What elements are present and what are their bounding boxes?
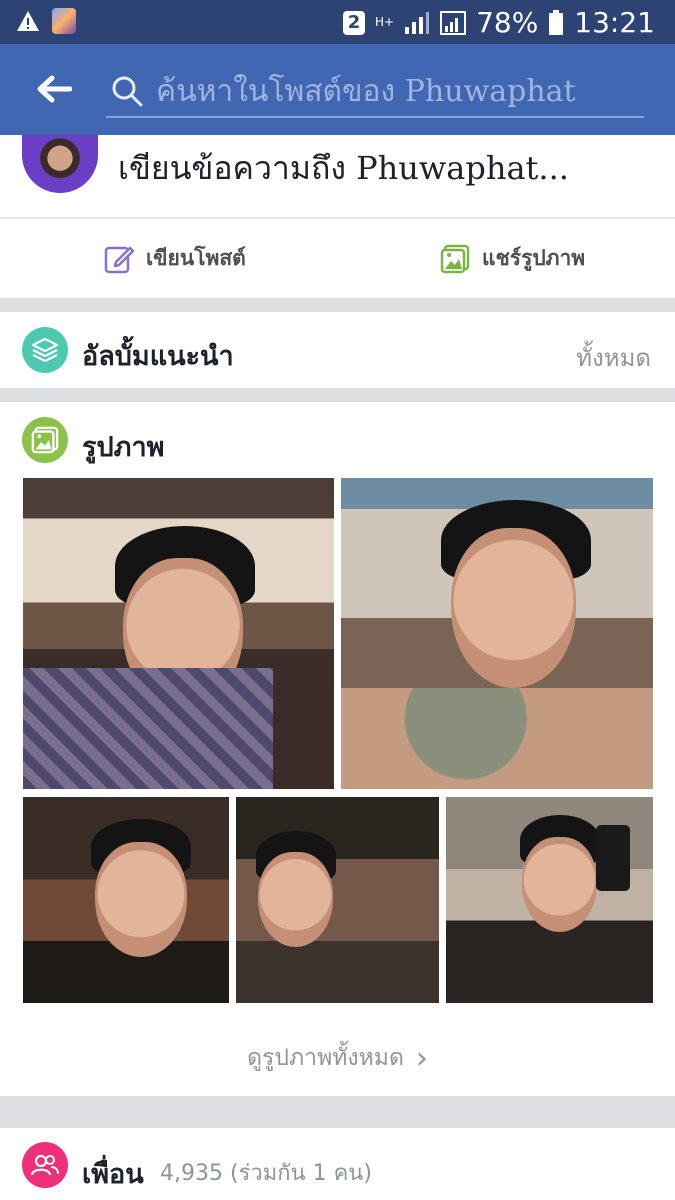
battery-percent: 78% — [476, 6, 539, 39]
photo-detail — [95, 842, 187, 957]
photo-detail — [341, 688, 653, 789]
photo-thumbnail-1[interactable] — [23, 478, 334, 789]
photo-thumbnail-3[interactable] — [23, 797, 229, 1003]
edit-icon — [104, 246, 134, 273]
friends-icon — [22, 1142, 68, 1188]
search-bar[interactable]: ค้นหาในโพสต์ของ Phuwaphat — [106, 66, 644, 118]
photos-section: รูปภาพ ดูรูปภาพทั้งหมด › — [0, 402, 675, 1096]
albums-title: อัลบั้มแนะนำ — [82, 341, 234, 372]
clock: 13:21 — [574, 6, 655, 39]
mutual-friends[interactable]: (ร่วมกัน 1 คน) — [230, 1161, 372, 1186]
photo-icon — [440, 244, 470, 273]
photo-detail — [596, 825, 630, 891]
compose-prompt[interactable]: เขียนข้อความถึง Phuwaphat... — [118, 143, 569, 194]
photo-detail — [258, 852, 333, 947]
photo-thumbnail-2[interactable] — [341, 478, 653, 789]
photo-thumbnail-5[interactable] — [446, 797, 653, 1003]
app-notification-icon — [52, 8, 76, 34]
avatar[interactable] — [22, 135, 98, 193]
albums-stack-icon — [22, 327, 68, 373]
warning-icon — [17, 11, 39, 31]
share-photo-label: แชร์รูปภาพ — [482, 246, 586, 270]
composer-panel: เขียนข้อความถึง Phuwaphat... เขียนโพสต์ … — [0, 135, 675, 298]
battery-icon — [549, 9, 564, 35]
photos-title: รูปภาพ — [82, 432, 165, 463]
sim-badge: 2 — [342, 10, 365, 35]
photo-detail — [23, 668, 273, 789]
view-all-photos-link[interactable]: ดูรูปภาพทั้งหมด › — [0, 1040, 675, 1076]
friends-count: 4,935 — [160, 1161, 223, 1186]
featured-albums-section: อัลบั้มแนะนำ ทั้งหมด — [0, 312, 675, 388]
albums-see-all-link[interactable]: ทั้งหมด — [576, 338, 651, 377]
photo-thumbnail-4[interactable] — [236, 797, 439, 1003]
app-bar: ค้นหาในโพสต์ของ Phuwaphat — [0, 44, 675, 135]
photo-detail — [522, 837, 597, 932]
status-bar: 2 H+ 78% 13:21 — [0, 0, 675, 44]
share-photo-button[interactable]: แชร์รูปภาพ — [440, 242, 585, 275]
friends-meta: 4,935 (ร่วมกัน 1 คน) — [160, 1155, 372, 1190]
signal-icon — [405, 11, 430, 34]
back-arrow-icon[interactable] — [36, 74, 72, 104]
photo-detail — [451, 528, 576, 688]
friends-title[interactable]: เพื่อน — [82, 1152, 144, 1195]
divider — [0, 217, 675, 219]
view-all-photos-label: ดูรูปภาพทั้งหมด — [247, 1045, 404, 1071]
search-input[interactable]: ค้นหาในโพสต์ของ Phuwaphat — [156, 68, 576, 115]
search-icon — [112, 76, 143, 107]
write-post-label: เขียนโพสต์ — [146, 246, 246, 270]
photo-icon — [22, 417, 68, 463]
network-type: H+ — [374, 15, 395, 29]
friends-section: เพื่อน 4,935 (ร่วมกัน 1 คน) — [0, 1128, 675, 1200]
write-post-button[interactable]: เขียนโพสต์ — [104, 242, 246, 275]
chevron-right-icon: › — [415, 1041, 428, 1076]
signal-icon-2 — [440, 10, 467, 35]
